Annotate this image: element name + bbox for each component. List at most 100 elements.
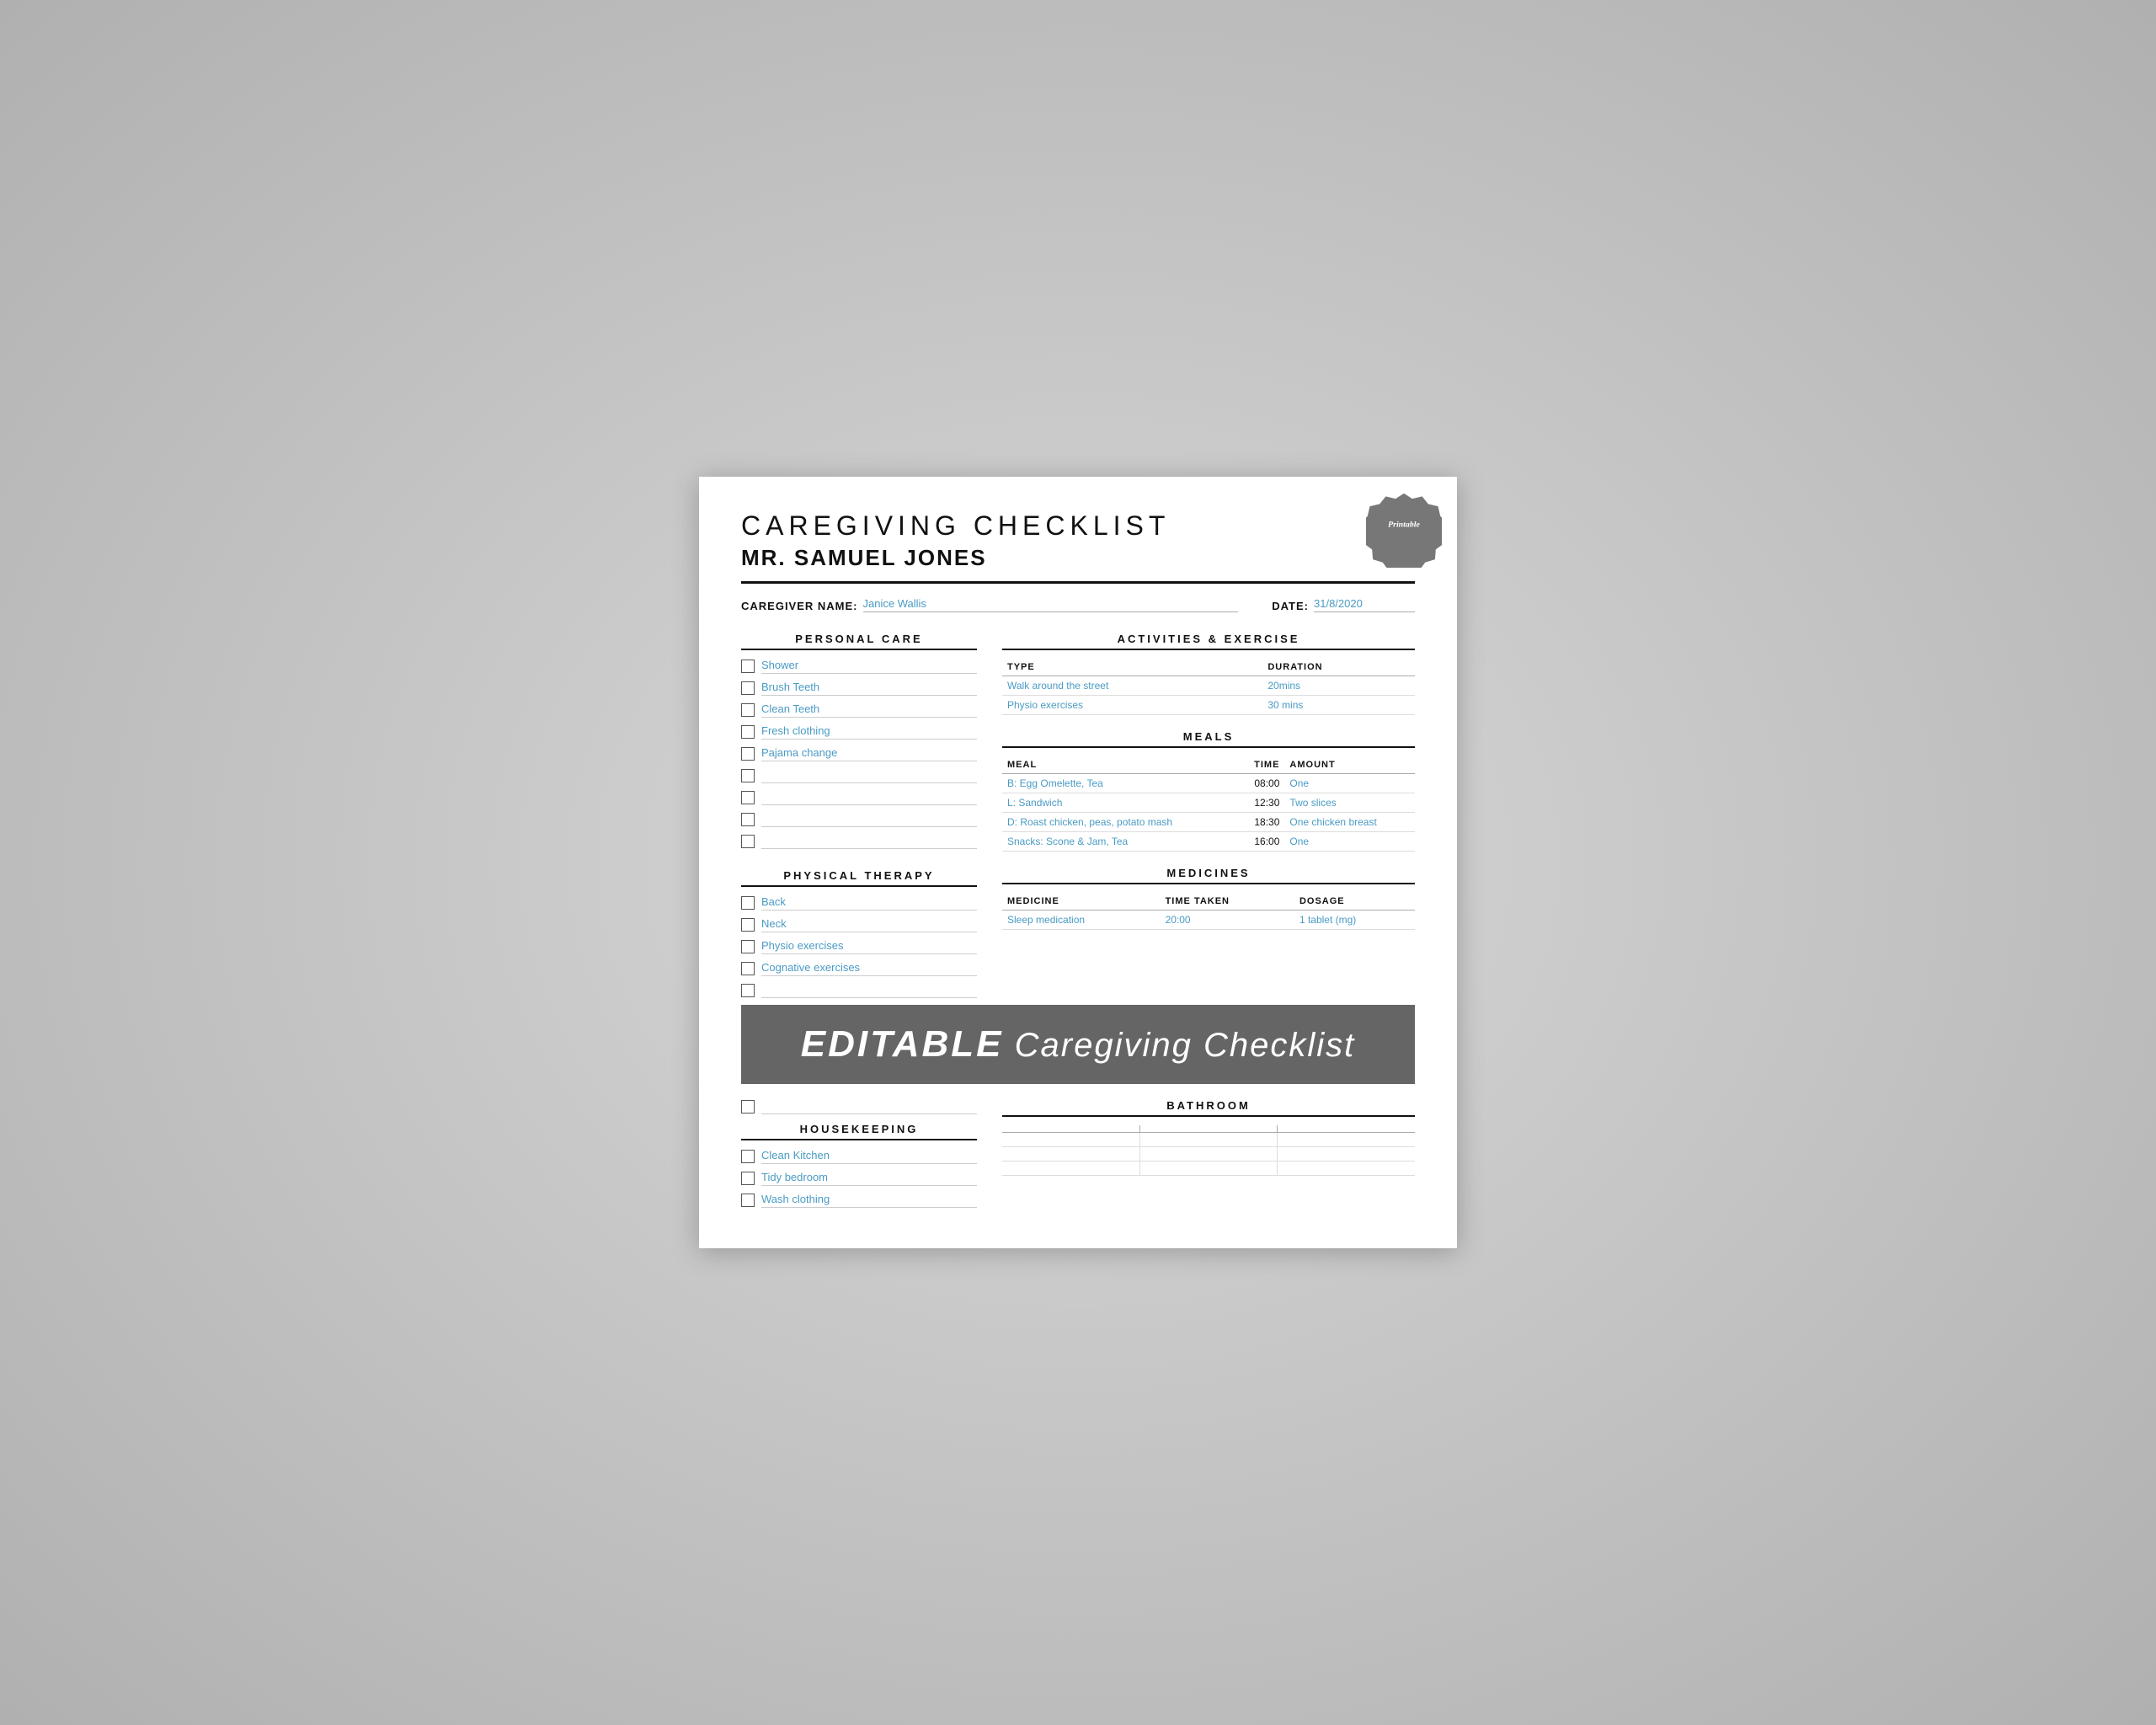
personal-care-header: PERSONAL CARE [741,633,977,650]
personal-care-item: Clean Teeth [741,702,977,718]
svg-text:Printable: Printable [1388,520,1420,529]
personal-care-list: Shower Brush Teeth Clean Teeth Fresh clothi… [741,659,977,761]
checkbox[interactable] [741,791,755,804]
medicines-header: MEDICINES [1002,867,1415,884]
housekeeping-item: Tidy bedroom [741,1171,977,1186]
physical-therapy-item: Physio exercises [741,939,977,954]
housekeeping-section: HOUSEKEEPING Clean KitchenTidy bedroomWa… [741,1123,977,1208]
date-value: 31/8/2020 [1314,597,1415,612]
meal-name: D: Roast chicken, peas, potato mash [1002,813,1237,832]
checkbox[interactable] [741,1150,755,1163]
checkbox[interactable] [741,984,755,997]
empty-checklist-item [761,834,977,849]
physical-therapy-header: PHYSICAL THERAPY [741,869,977,887]
table-row: Physio exercises30 mins [1002,696,1415,715]
page-wrapper: Printable CAREGIVING CHECKLIST MR. SAMUE… [699,477,1457,1248]
checklist-item-text: Shower [761,659,977,674]
personal-care-empty-list [741,768,977,849]
checkbox[interactable] [741,940,755,953]
table-row: B: Egg Omelette, Tea08:00One [1002,774,1415,793]
checkbox[interactable] [741,703,755,717]
checklist-item-text: Pajama change [761,746,977,761]
checkbox[interactable] [741,725,755,739]
personal-care-section: PERSONAL CARE Shower Brush Teeth Clean Tee… [741,633,977,849]
left-column: PERSONAL CARE Shower Brush Teeth Clean Tee… [741,633,977,1005]
date-label: DATE: [1272,600,1309,612]
bathroom-cell [1278,1147,1415,1162]
empty-checklist-item [761,768,977,783]
bathroom-table [1002,1125,1415,1176]
housekeeping-item: Clean Kitchen [741,1149,977,1164]
checkbox[interactable] [741,660,755,673]
personal-care-empty-item [741,834,977,849]
empty-checklist-item [761,790,977,805]
table-row: Sleep medication20:001 tablet (mg) [1002,911,1415,930]
bathroom-cell [1139,1133,1277,1147]
banner-bold-text: EDITABLE [801,1023,1004,1065]
personal-care-item: Fresh clothing [741,724,977,740]
medicines-col-medicine: MEDICINE [1002,893,1161,911]
main-columns: PERSONAL CARE Shower Brush Teeth Clean Tee… [741,633,1415,1005]
caregiver-label: CAREGIVER NAME: [741,600,858,612]
meals-body: B: Egg Omelette, Tea08:00OneL: Sandwich1… [1002,774,1415,852]
activities-header: ACTIVITIES & EXERCISE [1002,633,1415,650]
bathroom-cell [1139,1162,1277,1176]
bottom-columns: HOUSEKEEPING Clean KitchenTidy bedroomWa… [741,1099,1415,1215]
bathroom-cell [1002,1133,1139,1147]
checklist-item-text: Clean Teeth [761,702,977,718]
personal-care-empty-item [741,812,977,827]
checkbox[interactable] [741,835,755,848]
meal-time: 12:30 [1237,793,1285,813]
medicines-body: Sleep medication20:001 tablet (mg) [1002,911,1415,930]
caregiver-row: CAREGIVER NAME: Janice Wallis DATE: 31/8… [741,597,1415,612]
page-title: CAREGIVING CHECKLIST [741,510,1415,542]
activities-body: Walk around the street20minsPhysio exerc… [1002,676,1415,715]
meals-col-time: TIME [1237,756,1285,774]
medicine-time: 20:00 [1161,911,1294,930]
meal-name: B: Egg Omelette, Tea [1002,774,1237,793]
checkbox[interactable] [741,813,755,826]
physical-therapy-item: Cognative exercises [741,961,977,976]
personal-care-item: Brush Teeth [741,681,977,696]
meal-time: 18:30 [1237,813,1285,832]
medicines-col-dosage: DOSAGE [1294,893,1415,911]
physical-therapy-empty-item [741,983,977,998]
medicines-table: MEDICINE TIME TAKEN DOSAGE Sleep medicat… [1002,893,1415,930]
meal-name: Snacks: Scone & Jam, Tea [1002,832,1237,852]
checkbox[interactable] [741,896,755,910]
right-column: ACTIVITIES & EXERCISE TYPE DURATION Walk… [1002,633,1415,1005]
empty-checklist-item [761,812,977,827]
checkbox[interactable] [741,962,755,975]
activities-table: TYPE DURATION Walk around the street20mi… [1002,659,1415,715]
checkbox-empty-extra[interactable] [741,1100,755,1114]
header: CAREGIVING CHECKLIST MR. SAMUEL JONES [741,510,1415,584]
activities-col-type: TYPE [1002,659,1262,676]
checklist-item-text: Neck [761,917,977,932]
checkbox[interactable] [741,681,755,695]
medicines-section: MEDICINES MEDICINE TIME TAKEN DOSAGE Sle… [1002,867,1415,930]
checkbox[interactable] [741,769,755,782]
table-row [1002,1147,1415,1162]
meal-amount: One [1284,774,1415,793]
checklist-item-text: Wash clothing [761,1193,977,1208]
meals-col-amount: AMOUNT [1284,756,1415,774]
editable-banner: EDITABLE Caregiving Checklist [741,1005,1415,1084]
medicine-dosage: 1 tablet (mg) [1294,911,1415,930]
bathroom-cell [1139,1147,1277,1162]
checkbox[interactable] [741,918,755,932]
meals-header: MEALS [1002,730,1415,748]
bathroom-cell [1002,1162,1139,1176]
table-row: D: Roast chicken, peas, potato mash18:30… [1002,813,1415,832]
checkbox[interactable] [741,1172,755,1185]
banner-script-text: Caregiving Checklist [1015,1027,1356,1064]
personal-care-item: Pajama change [741,746,977,761]
physical-therapy-section: PHYSICAL THERAPY BackNeckPhysio exercise… [741,869,977,998]
physical-therapy-list: BackNeckPhysio exercisesCognative exerci… [741,895,977,976]
table-row [1002,1133,1415,1147]
medicine-name: Sleep medication [1002,911,1161,930]
checklist-item-text: Fresh clothing [761,724,977,740]
personal-care-item: Shower [741,659,977,674]
checkbox[interactable] [741,747,755,761]
checkbox[interactable] [741,1194,755,1207]
header-divider [741,581,1415,584]
